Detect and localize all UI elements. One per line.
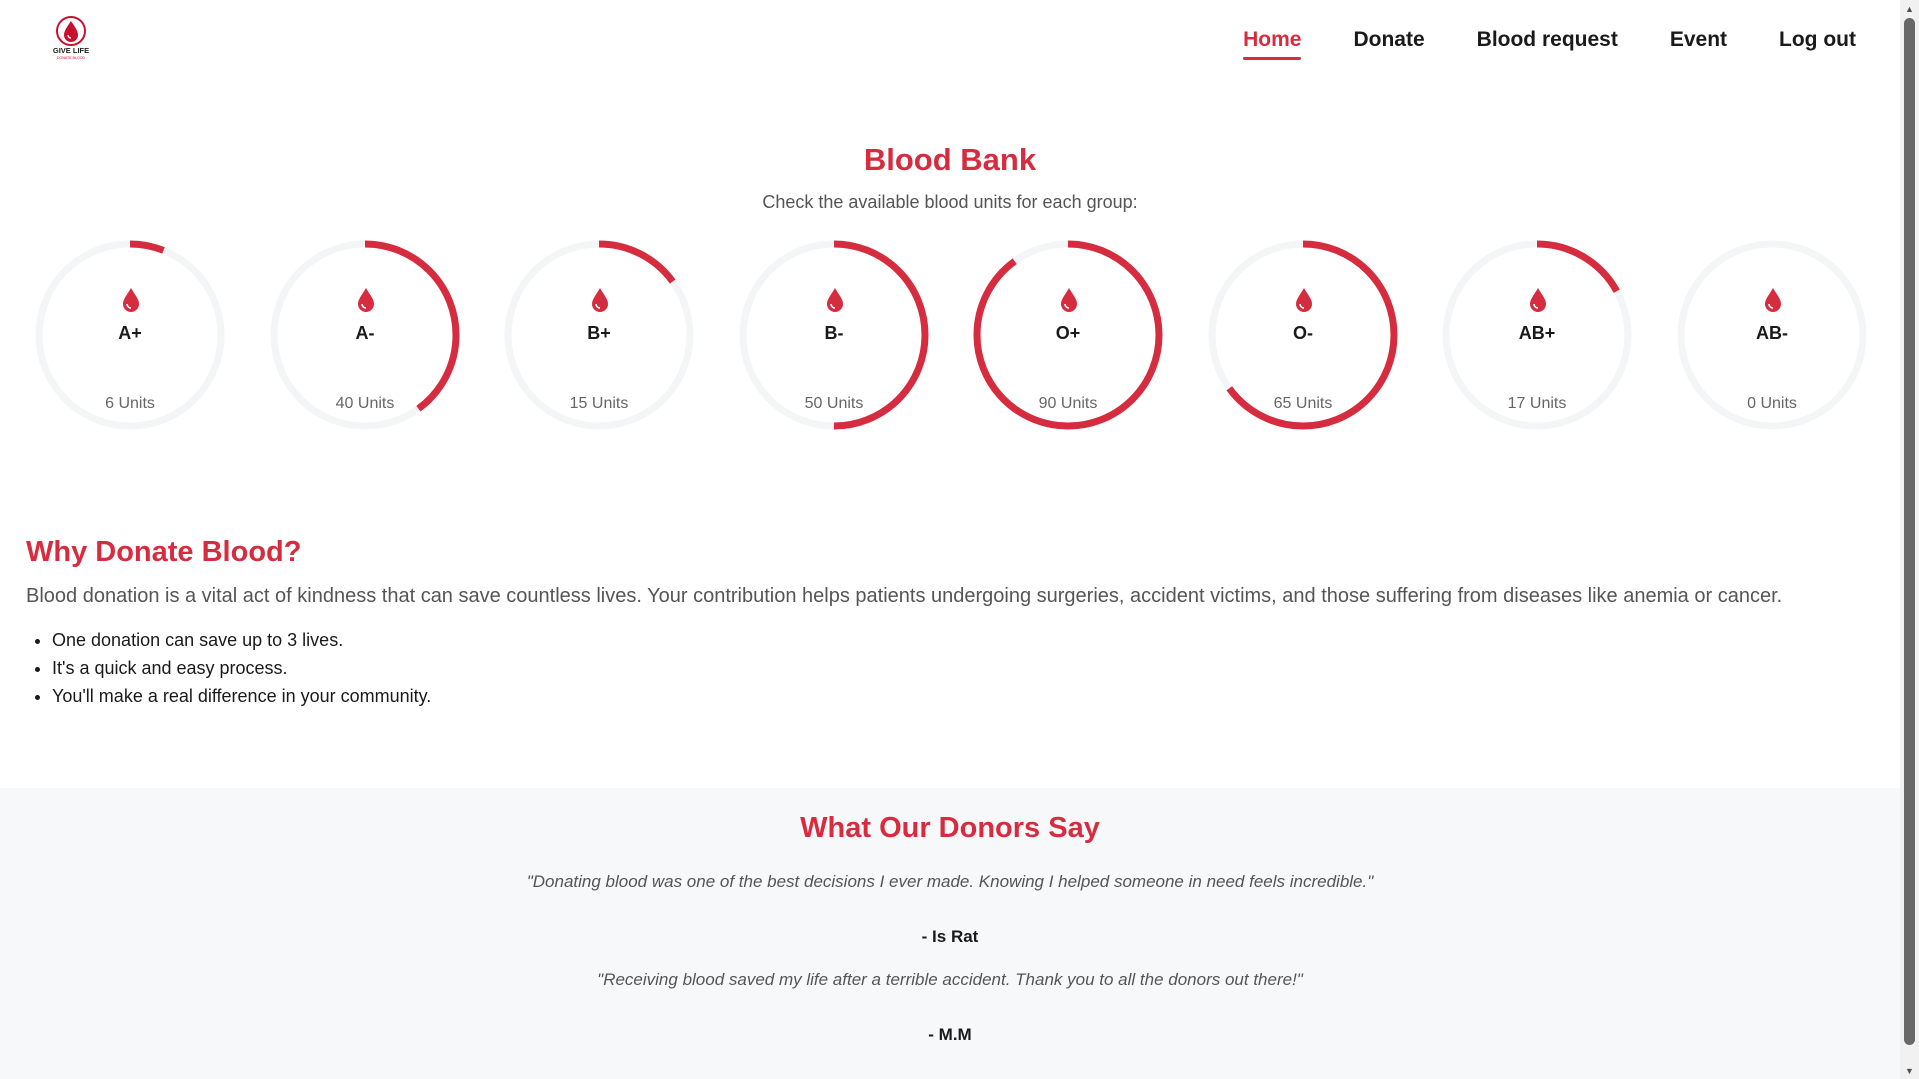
list-item: It's a quick and easy process. xyxy=(52,654,431,682)
blood-drop-icon xyxy=(592,288,608,312)
scrollbar-thumb[interactable] xyxy=(1904,18,1915,1045)
page-scrollbar[interactable]: ▲ ▼ xyxy=(1900,0,1919,1079)
testimonial-quote: "Receiving blood saved my life after a t… xyxy=(597,970,1303,989)
blood-drop-icon xyxy=(358,288,374,312)
blood-units-label: 65 Units xyxy=(1273,395,1333,412)
blood-group-label: AB+ xyxy=(1518,323,1556,343)
logo-subtext: DONATE BLOOD xyxy=(57,56,86,60)
blood-group-label: A+ xyxy=(118,323,142,343)
blood-units-label: 6 Units xyxy=(105,395,155,412)
blood-group-label: AB- xyxy=(1756,323,1788,343)
nav-log-out[interactable]: Log out xyxy=(1779,28,1856,60)
blood-gauge: B+ 15 Units xyxy=(501,237,697,433)
give-life-logo[interactable]: GIVE LIFE DONATE BLOOD xyxy=(46,14,96,62)
blood-drop-icon xyxy=(123,288,139,312)
blood-units-label: 17 Units xyxy=(1507,395,1567,412)
blood-units-label: 40 Units xyxy=(335,395,395,412)
scroll-down-icon[interactable]: ▼ xyxy=(1900,1062,1919,1079)
blood-gauge: B- 50 Units xyxy=(736,237,932,433)
blood-drop-icon xyxy=(1765,288,1781,312)
scroll-up-icon[interactable]: ▲ xyxy=(1900,0,1919,17)
blood-drop-icon xyxy=(1296,288,1312,312)
blood-units-label: 90 Units xyxy=(1038,395,1098,412)
blood-group-label: B- xyxy=(824,323,844,343)
blood-group-label: A- xyxy=(355,323,375,343)
blood-gauge: O+ 90 Units xyxy=(970,237,1166,433)
blood-gauge: A- 40 Units xyxy=(267,237,463,433)
nav-blood-request[interactable]: Blood request xyxy=(1477,28,1618,60)
page: GIVE LIFE DONATE BLOOD Home Donate Blood… xyxy=(0,0,1900,1079)
blood-gauge: A+ 6 Units xyxy=(32,237,228,433)
why-donate-title: Why Donate Blood? xyxy=(26,536,302,568)
blood-bank-subtitle: Check the available blood units for each… xyxy=(762,192,1138,212)
blood-bank-title: Blood Bank xyxy=(863,142,1037,177)
blood-gauge: AB+ 17 Units xyxy=(1439,237,1635,433)
testimonials-section: What Our Donors Say "Donating blood was … xyxy=(0,788,1900,1079)
nav-event[interactable]: Event xyxy=(1670,28,1727,60)
main-nav: Home Donate Blood request Event Log out xyxy=(1243,28,1856,60)
blood-units-label: 0 Units xyxy=(1747,395,1797,412)
testimonials-title: What Our Donors Say xyxy=(800,812,1100,844)
top-navbar: GIVE LIFE DONATE BLOOD Home Donate Blood… xyxy=(0,0,1900,80)
why-donate-text: Blood donation is a vital act of kindnes… xyxy=(26,585,1783,607)
blood-unit-gauges: A+ 6 Units A- 40 Units B+ 15 Units B- 50 Units O… xyxy=(32,237,1872,437)
testimonial-quote: "Donating blood was one of the best deci… xyxy=(526,872,1374,891)
blood-drop-icon xyxy=(1061,288,1077,312)
blood-gauge: AB- 0 Units xyxy=(1674,237,1870,433)
blood-units-label: 50 Units xyxy=(804,395,864,412)
blood-gauge: O- 65 Units xyxy=(1205,237,1401,433)
nav-donate[interactable]: Donate xyxy=(1353,28,1424,60)
blood-drop-icon xyxy=(1530,288,1546,312)
blood-units-label: 15 Units xyxy=(569,395,629,412)
list-item: One donation can save up to 3 lives. xyxy=(52,626,431,654)
logo-text: GIVE LIFE xyxy=(53,46,89,55)
blood-group-label: O+ xyxy=(1055,323,1081,343)
blood-group-label: B+ xyxy=(587,323,611,343)
list-item: You'll make a real difference in your co… xyxy=(52,682,431,710)
testimonial-author: - Is Rat xyxy=(921,927,979,946)
blood-group-label: O- xyxy=(1293,323,1313,343)
why-donate-list: One donation can save up to 3 lives. It'… xyxy=(26,626,431,710)
nav-home[interactable]: Home xyxy=(1243,28,1302,60)
testimonial-author: - M.M xyxy=(928,1025,972,1044)
blood-drop-icon xyxy=(827,288,843,312)
